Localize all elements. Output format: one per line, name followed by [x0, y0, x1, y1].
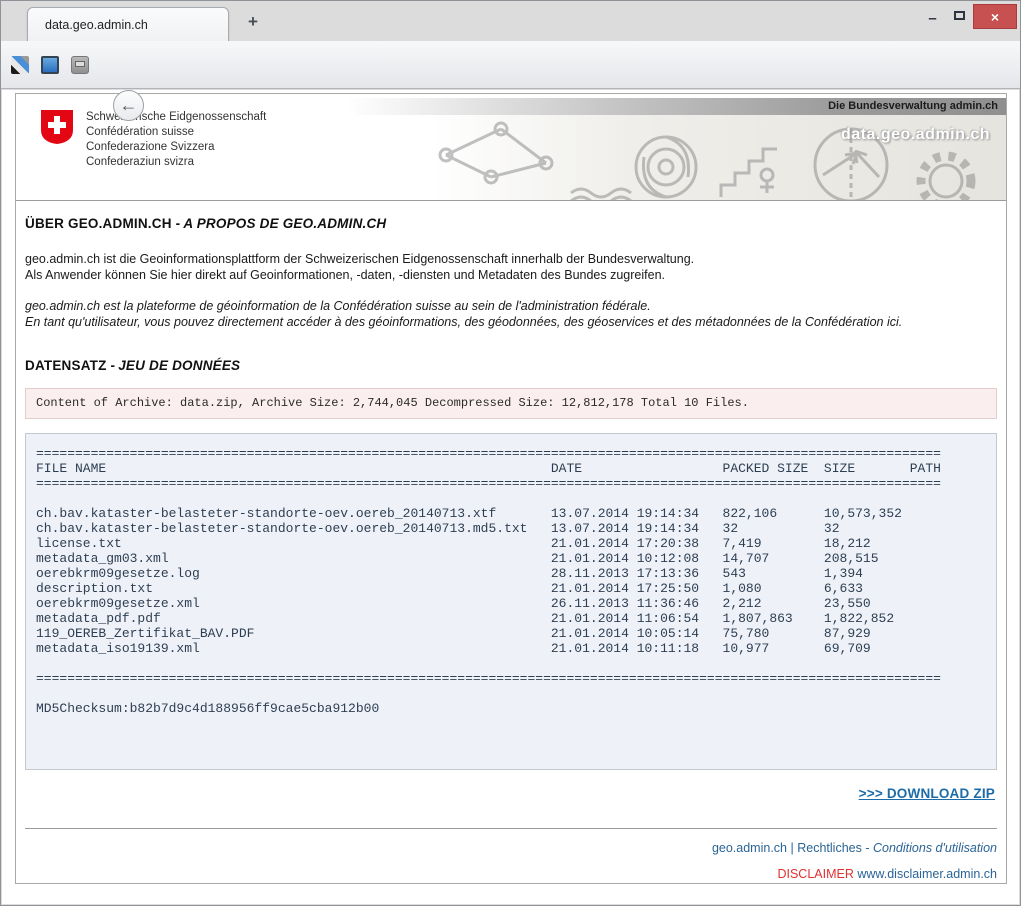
archive-listing: ========================================…	[36, 446, 986, 716]
logo-line-de: Schweizerische Eidgenossenschaft	[86, 110, 266, 125]
page-content-box: Die Bundesverwaltung admin.ch	[15, 93, 1007, 884]
footer-disclaimer-line: DISCLAIMER www.disclaimer.admin.ch	[25, 867, 997, 881]
maximize-button[interactable]	[946, 4, 973, 26]
archive-summary: Content of Archive: data.zip, Archive Si…	[25, 388, 997, 419]
logo-line-fr: Confédération suisse	[86, 125, 266, 140]
about-de-line2: Als Anwender können Sie hier direkt auf …	[25, 268, 997, 284]
dataset-title: DATENSATZ -JEU DE DONNÉES	[25, 358, 997, 373]
about-fr-line1: geo.admin.ch est la plateforme de géoinf…	[25, 299, 997, 315]
addon-panel-icon[interactable]	[41, 56, 59, 74]
addon-tiles-icon[interactable]	[11, 56, 29, 74]
dataset-title-fr: JEU DE DONNÉES	[118, 358, 240, 373]
footer-separator: |	[791, 841, 794, 855]
footer-links: geo.admin.ch | Rechtliches - Conditions …	[25, 841, 997, 855]
about-title-fr: A PROPOS DE GEO.ADMIN.CH	[183, 216, 386, 231]
maximize-icon	[954, 11, 965, 20]
footer-link-rechtliches[interactable]: Rechtliches	[797, 841, 862, 855]
page-viewport: Die Bundesverwaltung admin.ch	[2, 90, 1019, 904]
about-title-de: ÜBER GEO.ADMIN.CH -	[25, 216, 180, 231]
dataset-title-de: DATENSATZ -	[25, 358, 115, 373]
disclaimer-link[interactable]: www.disclaimer.admin.ch	[857, 867, 997, 881]
about-paragraph-fr: geo.admin.ch est la plateforme de géoinf…	[25, 299, 997, 330]
download-row: >>> DOWNLOAD ZIP	[25, 785, 997, 803]
about-title: ÜBER GEO.ADMIN.CH -A PROPOS DE GEO.ADMIN…	[25, 216, 997, 231]
archive-listing-box: ========================================…	[25, 433, 997, 770]
footer-dash: -	[865, 841, 869, 855]
confederation-logo: Schweizerische Eidgenossenschaft Confédé…	[40, 109, 266, 170]
addon-archive-icon[interactable]	[71, 56, 89, 74]
tab-title: data.geo.admin.ch	[45, 18, 148, 32]
footer-link-geoadmin[interactable]: geo.admin.ch	[712, 841, 787, 855]
close-button[interactable]: ×	[973, 4, 1017, 29]
page-header: Die Bundesverwaltung admin.ch	[16, 94, 1006, 201]
download-zip-link[interactable]: >>> DOWNLOAD ZIP	[859, 786, 995, 801]
swiss-shield-icon	[40, 109, 74, 145]
footer-divider	[25, 828, 997, 829]
confederation-names: Schweizerische Eidgenossenschaft Confédé…	[86, 109, 266, 170]
about-fr-line2: En tant qu'utilisateur, vous pouvez dire…	[25, 315, 997, 331]
footer-link-conditions[interactable]: Conditions d'utilisation	[873, 841, 997, 855]
new-tab-button[interactable]: +	[241, 11, 265, 33]
tab-bar: data.geo.admin.ch + – ×	[1, 1, 1020, 41]
about-paragraph-de: geo.admin.ch ist die Geoinformationsplat…	[25, 252, 997, 283]
disclaimer-label: DISCLAIMER	[777, 867, 853, 881]
browser-window: data.geo.admin.ch + – × ← data.geo.admin…	[0, 0, 1021, 906]
logo-line-rm: Confederaziun svizra	[86, 155, 266, 170]
main-content: ÜBER GEO.ADMIN.CH -A PROPOS DE GEO.ADMIN…	[16, 216, 1006, 881]
navigation-toolbar: ← data.geo.admin.ch/ch.bav.kataster-bela…	[1, 41, 1020, 89]
logo-line-it: Confederazione Svizzera	[86, 140, 266, 155]
header-banner: data.geo.admin.ch	[431, 115, 1006, 201]
site-title: data.geo.admin.ch	[841, 126, 990, 144]
admin-bar[interactable]: Die Bundesverwaltung admin.ch	[346, 98, 1006, 115]
back-button[interactable]: ←	[113, 90, 144, 121]
minimize-button[interactable]: –	[919, 4, 946, 26]
tab-data-geo-admin[interactable]: data.geo.admin.ch	[27, 7, 229, 42]
about-de-line1: geo.admin.ch ist die Geoinformationsplat…	[25, 252, 997, 268]
back-icon: ←	[120, 96, 138, 114]
window-controls: – ×	[919, 4, 1017, 29]
